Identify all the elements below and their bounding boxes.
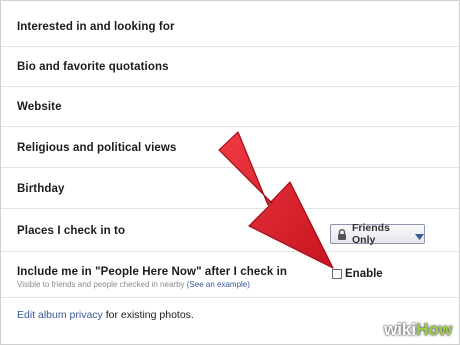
wikihow-watermark: wikiHow	[384, 320, 452, 340]
setting-bio-quotations: Bio and favorite quotations	[17, 61, 169, 73]
edit-album-privacy-link[interactable]: Edit album privacy	[17, 309, 103, 321]
hint-text: Visible to friends and people checked in…	[17, 280, 185, 289]
people-here-now-hint: Visible to friends and people checked in…	[17, 280, 250, 289]
enable-label: Enable	[345, 268, 383, 280]
see-example-link[interactable]: (See an example)	[187, 280, 250, 289]
lock-icon	[337, 228, 347, 240]
setting-interested-in: Interested in and looking for	[17, 21, 175, 33]
enable-checkbox[interactable]	[332, 269, 342, 279]
row-divider	[1, 167, 459, 168]
footer-text: for existing photos.	[102, 309, 194, 321]
row-divider	[1, 46, 459, 47]
privacy-dropdown-label: Friends Only	[352, 222, 390, 246]
row-divider	[1, 297, 459, 298]
enable-toggle[interactable]: Enable	[332, 268, 383, 280]
setting-website: Website	[17, 101, 62, 113]
footer-note: Edit album privacy for existing photos.	[17, 309, 194, 321]
privacy-dropdown[interactable]: Friends Only	[330, 222, 425, 246]
chevron-down-icon	[415, 231, 424, 240]
setting-people-here-now: Include me in "People Here Now" after I …	[17, 266, 288, 278]
setting-religious-political: Religious and political views	[17, 142, 177, 154]
privacy-settings-panel: Interested in and looking for Bio and fa…	[0, 0, 460, 345]
setting-birthday: Birthday	[17, 183, 65, 195]
watermark-suffix: How	[416, 320, 452, 339]
row-divider	[1, 86, 459, 87]
row-divider	[1, 126, 459, 127]
row-divider	[1, 251, 459, 252]
row-divider	[1, 208, 459, 209]
watermark-prefix: wiki	[383, 320, 417, 339]
